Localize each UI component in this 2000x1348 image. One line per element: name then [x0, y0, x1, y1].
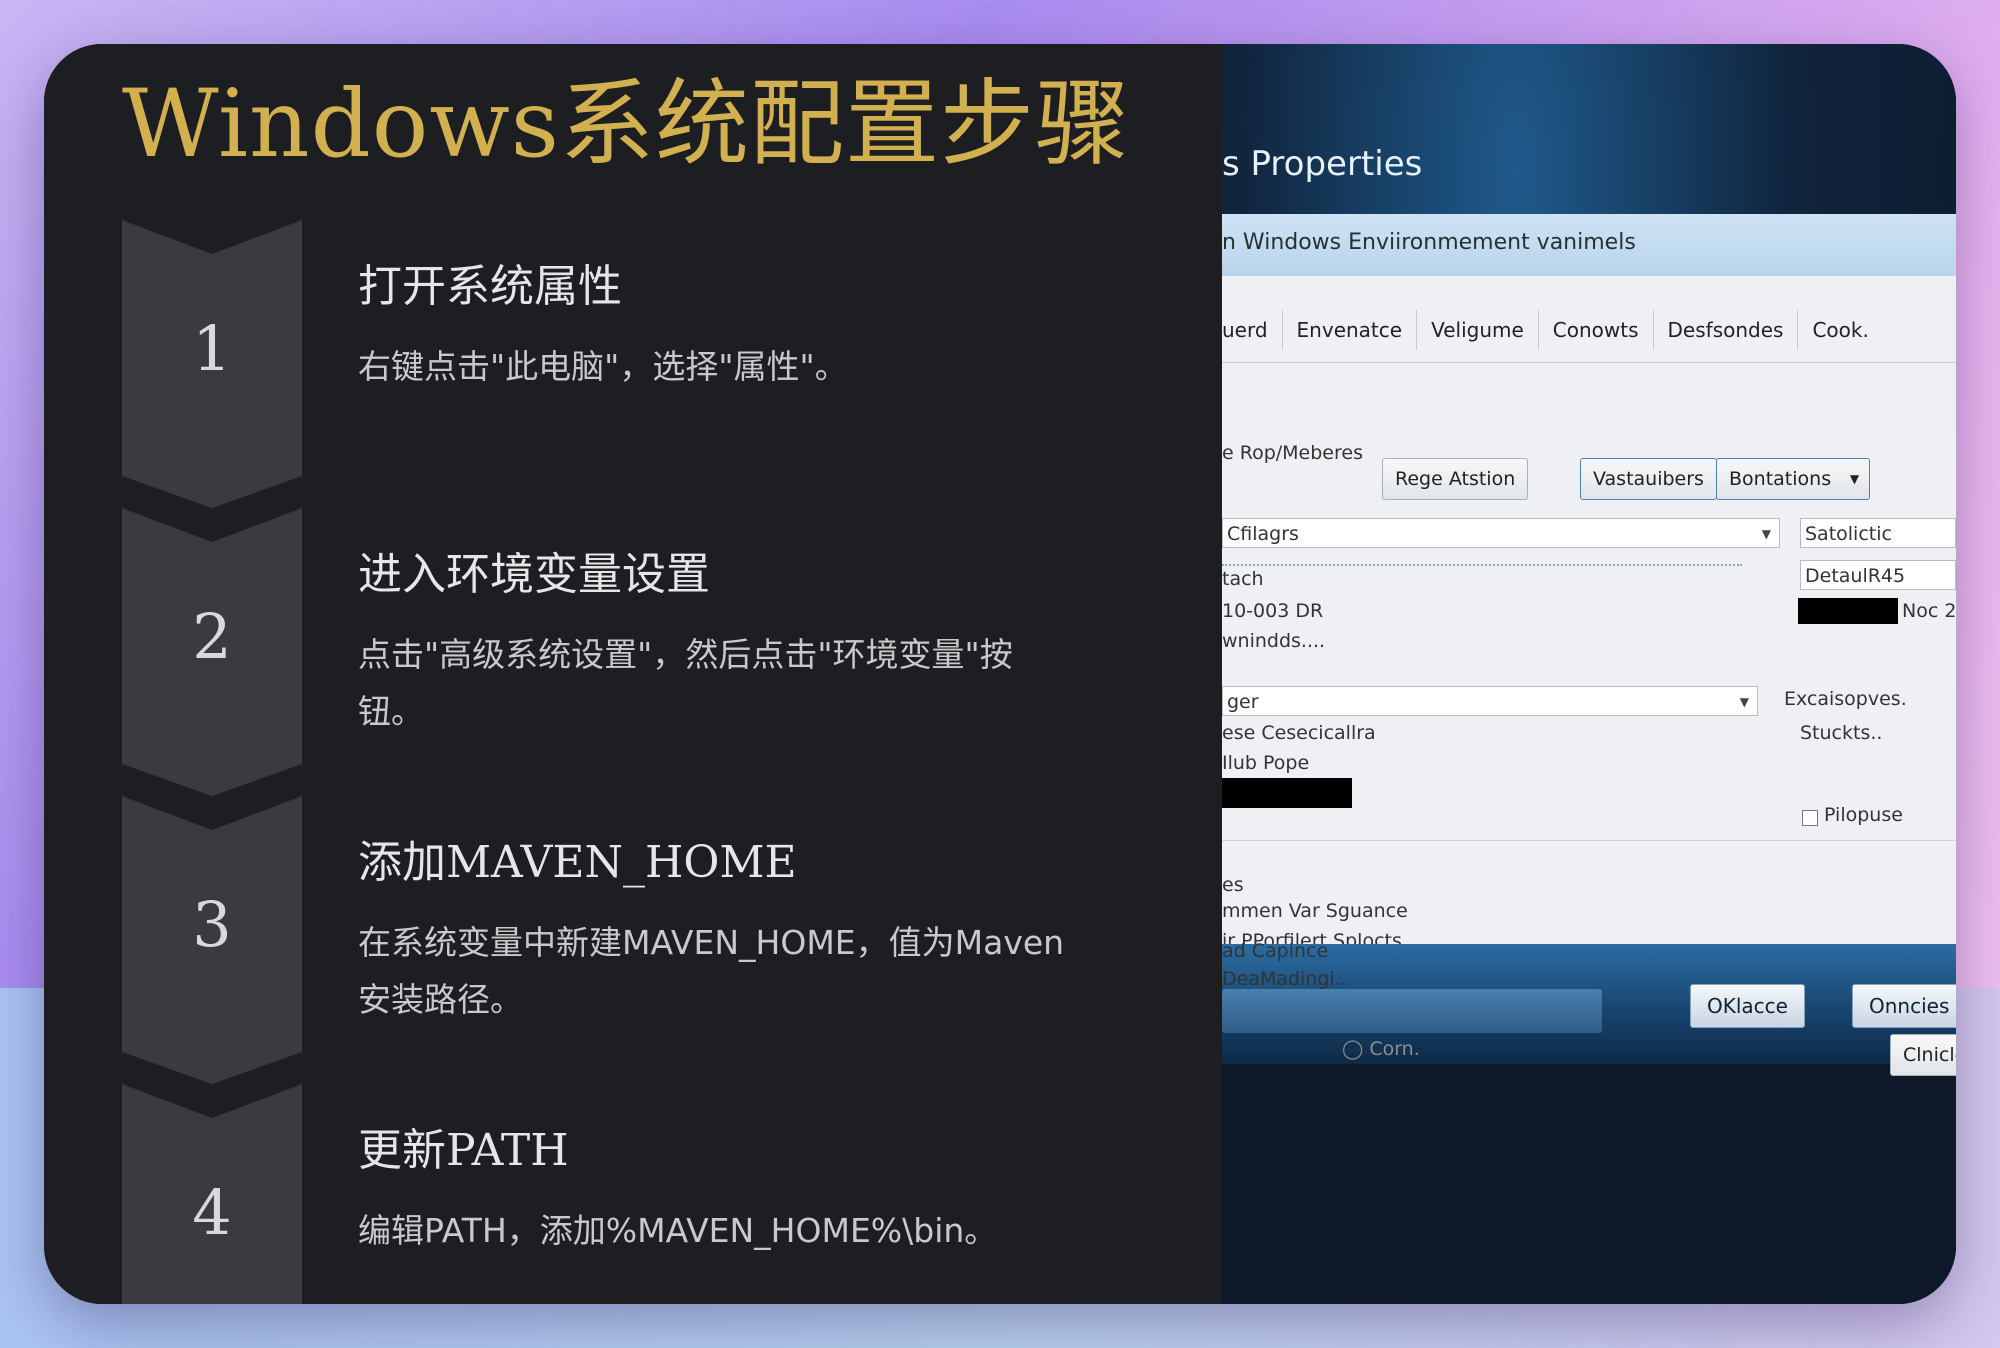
- section-label: es: [1222, 874, 1244, 896]
- ok-button[interactable]: OKlacce: [1690, 984, 1805, 1028]
- detail-line-3: wnindds....: [1222, 630, 1326, 652]
- step-description: 点击"高级系统设置"，然后点击"环境变量"按钮。: [358, 635, 1013, 731]
- detail-line-4: ese Cesecicallra: [1222, 722, 1376, 744]
- page-title: Windows系统配置步骤: [122, 70, 1131, 179]
- detail-line-1: tach: [1222, 568, 1264, 590]
- chevron-down-icon: ▼: [1849, 472, 1860, 486]
- detail-line-2: 10-003 DR: [1222, 600, 1324, 622]
- right-field-2[interactable]: DetaulR45: [1800, 560, 1956, 590]
- slide-card: Windows系统配置步骤 1 打开系统属性 右键点击"此电脑"，选择"属性"。…: [44, 44, 1956, 1304]
- step-number: 3: [192, 888, 232, 961]
- dialog-header: n Windows Enviironmement vanimels: [1222, 214, 1956, 276]
- properties-dialog: n Windows Enviironmement vanimels uerd E…: [1222, 214, 1956, 944]
- combo-field-1-value: Cfilagrs: [1227, 523, 1299, 545]
- step-3: 3 添加MAVEN_HOME 在系统变量中新建MAVEN_HOME，值为Mave…: [122, 796, 1202, 1084]
- tab-divider: [1222, 362, 1956, 363]
- rege-action-button[interactable]: Rege Atstion: [1382, 458, 1529, 500]
- right-detail-text: Noc 252: [1902, 600, 1956, 622]
- options-dropdown-label: Bontations: [1729, 468, 1832, 490]
- tab-bar: uerd Envenatce Veligume Conowts Desfsond…: [1222, 310, 1883, 350]
- tab-4[interactable]: Conowts: [1539, 310, 1654, 350]
- step-title: 添加MAVEN_HOME: [358, 837, 797, 888]
- combo-field-1[interactable]: Cfilagrs ▼: [1222, 518, 1780, 548]
- combo-field-2[interactable]: ger ▼: [1222, 686, 1758, 716]
- right-label-4: Stuckts..: [1800, 722, 1883, 744]
- checkbox-label: Pilopuse: [1824, 804, 1903, 826]
- group-label: e Rop/Meberes: [1222, 442, 1363, 464]
- step-number: 2: [192, 600, 232, 673]
- options-dropdown-button[interactable]: Bontations ▼: [1716, 458, 1871, 500]
- step-description: 右键点击"此电脑"，选择"属性"。: [358, 347, 848, 386]
- tab-5[interactable]: Desfsondes: [1654, 310, 1799, 350]
- redacted-block: [1798, 598, 1898, 624]
- steps-panel: Windows系统配置步骤 1 打开系统属性 右键点击"此电脑"，选择"属性"。…: [44, 44, 1222, 1304]
- detail-line-5: Ilub Pope: [1222, 752, 1310, 774]
- redacted-block-2: [1222, 778, 1352, 808]
- dotted-divider: [1222, 564, 1742, 566]
- tab-1[interactable]: uerd: [1222, 310, 1283, 350]
- right-field-1[interactable]: Satolictic: [1800, 518, 1956, 548]
- right-label-3: Excaisopves.: [1784, 688, 1907, 710]
- dialog-shadow: [1222, 1064, 1956, 1304]
- step-number: 1: [192, 312, 232, 385]
- chevron-down-icon: ▼: [1739, 695, 1749, 709]
- checkbox[interactable]: [1802, 810, 1818, 826]
- step-title: 打开系统属性: [358, 261, 622, 312]
- list-item-1: mmen Var Sguance: [1222, 900, 1408, 922]
- system-properties-screenshot: s Properties n Windows Enviironmement va…: [1222, 44, 1956, 1304]
- step-title: 进入环境变量设置: [358, 549, 710, 600]
- step-1: 1 打开系统属性 右键点击"此电脑"，选择"属性"。: [122, 220, 1202, 508]
- tab-3[interactable]: Veligume: [1417, 310, 1539, 350]
- tab-2[interactable]: Envenatce: [1283, 310, 1418, 350]
- window-title: s Properties: [1222, 144, 1423, 184]
- dialog-footer: OKlacce Onncies: [1222, 944, 1956, 1064]
- step-title: 更新PATH: [358, 1125, 569, 1176]
- step-description: 编辑PATH，添加%MAVEN_HOME%\bin。: [358, 1211, 998, 1250]
- chevron-down-icon: ▼: [1761, 527, 1771, 541]
- tab-6[interactable]: Cook.: [1798, 310, 1882, 350]
- other-button[interactable]: Onncies: [1852, 984, 1956, 1028]
- step-number: 4: [192, 1176, 232, 1249]
- dialog-header-text: n Windows Enviironmement vanimels: [1222, 230, 1636, 255]
- step-4: 4 更新PATH 编辑PATH，添加%MAVEN_HOME%\bin。: [122, 1084, 1202, 1304]
- section-divider: [1222, 840, 1956, 841]
- footer-field[interactable]: [1222, 989, 1602, 1033]
- combo-field-2-value: ger: [1227, 691, 1259, 713]
- step-2: 2 进入环境变量设置 点击"高级系统设置"，然后点击"环境变量"按钮。: [122, 508, 1202, 796]
- variables-button[interactable]: Vastauibers: [1580, 458, 1717, 500]
- step-description: 在系统变量中新建MAVEN_HOME，值为Maven安装路径。: [358, 923, 1065, 1019]
